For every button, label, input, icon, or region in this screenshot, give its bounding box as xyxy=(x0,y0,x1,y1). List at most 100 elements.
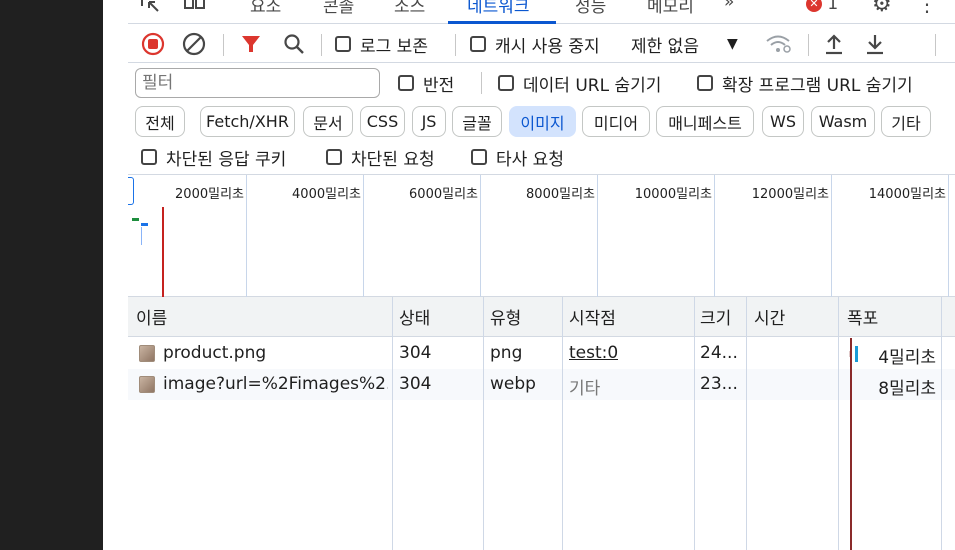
checkbox-box[interactable] xyxy=(141,149,157,165)
network-conditions-wifi-icon[interactable] xyxy=(765,31,793,57)
chip-font[interactable]: 글꼴 xyxy=(452,106,502,137)
tab-memory[interactable]: 메모리 xyxy=(647,0,694,17)
devtools-tabbar: 요소 콘솔 소스 네트워크 성능 메모리 » ✕ 1 ⚙ ⋮ xyxy=(128,0,955,24)
checkbox-box[interactable] xyxy=(326,149,342,165)
export-har-icon[interactable] xyxy=(864,31,886,57)
checkbox-box[interactable] xyxy=(471,149,487,165)
column-header-type[interactable]: 유형 xyxy=(490,304,521,329)
checkbox-box[interactable] xyxy=(470,36,486,52)
filter-funnel-icon[interactable] xyxy=(240,31,262,57)
table-header: 이름 상태 유형 시작점 크기 시간 폭포 xyxy=(128,297,955,337)
preserve-log-checkbox[interactable]: 로그 보존 xyxy=(335,31,428,57)
import-har-icon[interactable] xyxy=(823,31,845,57)
checkbox-box[interactable] xyxy=(335,36,351,52)
blocked-cookies-checkbox[interactable]: 차단된 응답 쿠키 xyxy=(141,144,286,170)
tab-sources[interactable]: 소스 xyxy=(394,0,425,17)
chip-img[interactable]: 이미지 xyxy=(509,106,576,137)
tab-elements[interactable]: 요소 xyxy=(250,0,281,17)
chip-manifest[interactable]: 매니페스트 xyxy=(656,106,754,137)
image-thumbnail-icon xyxy=(139,345,155,362)
third-party-label: 타사 요청 xyxy=(496,149,564,170)
overview-range-handle[interactable] xyxy=(128,177,134,205)
chip-js[interactable]: JS xyxy=(412,106,446,137)
overview-gridline xyxy=(597,175,598,297)
checkbox-box[interactable] xyxy=(398,75,414,91)
search-icon[interactable] xyxy=(283,31,305,57)
chip-all[interactable]: 전체 xyxy=(135,106,185,137)
blocked-requests-label: 차단된 요청 xyxy=(351,149,435,170)
hide-extension-urls-checkbox[interactable]: 확장 프로그램 URL 숨기기 xyxy=(697,70,913,96)
table-row[interactable]: product.png 304 png test:0 24... 4밀리초 xyxy=(128,338,955,369)
request-status: 304 xyxy=(399,343,432,363)
more-options-icon[interactable]: ⋮ xyxy=(917,0,937,16)
chip-media[interactable]: 미디어 xyxy=(582,106,650,137)
stop-recording-icon[interactable] xyxy=(141,31,165,57)
chip-css[interactable]: CSS xyxy=(360,106,405,137)
error-counter[interactable]: ✕ 1 xyxy=(806,0,838,14)
left-black-margin xyxy=(0,0,103,550)
column-header-name[interactable]: 이름 xyxy=(136,304,167,329)
checkbox-box[interactable] xyxy=(697,75,713,91)
request-size: 23... xyxy=(700,374,738,394)
request-name[interactable]: image?url=%2Fimages%2... xyxy=(163,374,388,394)
clear-icon[interactable] xyxy=(182,31,206,57)
overview-tick-label: 4000밀리초 xyxy=(292,187,361,202)
chip-fetch-xhr[interactable]: Fetch/XHR xyxy=(200,106,295,137)
inspect-element-icon[interactable] xyxy=(140,0,162,17)
column-header-time[interactable]: 시간 xyxy=(754,304,785,329)
error-icon: ✕ xyxy=(806,0,822,12)
hide-data-urls-label: 데이터 URL 숨기기 xyxy=(523,75,662,96)
overview-gridline xyxy=(714,175,715,297)
request-initiator: 기타 xyxy=(569,379,601,399)
dropdown-arrow-icon: ▼ xyxy=(726,36,738,52)
checkbox-box[interactable] xyxy=(498,75,514,91)
chip-doc[interactable]: 문서 xyxy=(303,106,353,137)
column-divider[interactable] xyxy=(562,297,563,550)
hide-data-urls-checkbox[interactable]: 데이터 URL 숨기기 xyxy=(498,70,661,96)
network-overview-timeline[interactable]: 2000밀리초 4000밀리초 6000밀리초 8000밀리초 10000밀리초… xyxy=(128,175,955,297)
request-name[interactable]: product.png xyxy=(163,343,388,363)
chip-ws[interactable]: WS xyxy=(762,106,804,137)
preserve-log-label: 로그 보존 xyxy=(360,36,428,57)
request-initiator-link[interactable]: test:0 xyxy=(569,343,618,363)
resource-type-filter: 전체 Fetch/XHR 문서 CSS JS 글꼴 이미지 미디어 매니페스트 … xyxy=(128,103,955,139)
column-header-waterfall[interactable]: 폭포 xyxy=(847,304,878,329)
overview-tick-label: 14000밀리초 xyxy=(868,187,946,202)
column-divider[interactable] xyxy=(694,297,695,550)
column-divider[interactable] xyxy=(941,297,942,550)
overview-gridline xyxy=(480,175,481,297)
chip-wasm[interactable]: Wasm xyxy=(811,106,875,137)
table-row[interactable]: image?url=%2Fimages%2... 304 webp 기타 23.… xyxy=(128,369,955,400)
column-header-status[interactable]: 상태 xyxy=(399,304,430,329)
filter-input[interactable] xyxy=(135,68,380,98)
request-time: 4밀리초 xyxy=(878,348,936,368)
column-divider[interactable] xyxy=(392,297,393,550)
overview-gridline xyxy=(948,175,949,297)
overview-load-line xyxy=(162,207,164,297)
tab-console[interactable]: 콘솔 xyxy=(323,0,354,17)
column-divider[interactable] xyxy=(746,297,747,550)
third-party-checkbox[interactable]: 타사 요청 xyxy=(471,144,564,170)
invert-checkbox[interactable]: 반전 xyxy=(398,70,454,96)
requests-table: 이름 상태 유형 시작점 크기 시간 폭포 product.png 304 pn… xyxy=(128,297,955,550)
overview-request-bar xyxy=(141,223,148,226)
active-tab-underline xyxy=(448,21,556,24)
tab-performance[interactable]: 성능 xyxy=(575,0,606,17)
request-type: png xyxy=(490,343,523,363)
request-status: 304 xyxy=(399,374,432,394)
column-divider[interactable] xyxy=(483,297,484,550)
throttling-select[interactable]: 제한 없음 ▼ xyxy=(631,31,738,57)
more-tabs-icon[interactable]: » xyxy=(724,0,734,12)
disable-cache-checkbox[interactable]: 캐시 사용 중지 xyxy=(470,31,600,57)
overview-tick-label: 8000밀리초 xyxy=(526,187,595,202)
column-header-size[interactable]: 크기 xyxy=(700,304,731,329)
device-toolbar-icon[interactable] xyxy=(183,0,207,17)
overview-gridline xyxy=(831,175,832,297)
chip-other[interactable]: 기타 xyxy=(881,106,931,137)
tab-network[interactable]: 네트워크 xyxy=(467,0,530,17)
blocked-requests-checkbox[interactable]: 차단된 요청 xyxy=(326,144,435,170)
error-count: 1 xyxy=(827,0,839,14)
column-header-initiator[interactable]: 시작점 xyxy=(569,304,616,329)
column-divider[interactable] xyxy=(838,297,839,550)
settings-gear-icon[interactable]: ⚙ xyxy=(872,0,892,17)
